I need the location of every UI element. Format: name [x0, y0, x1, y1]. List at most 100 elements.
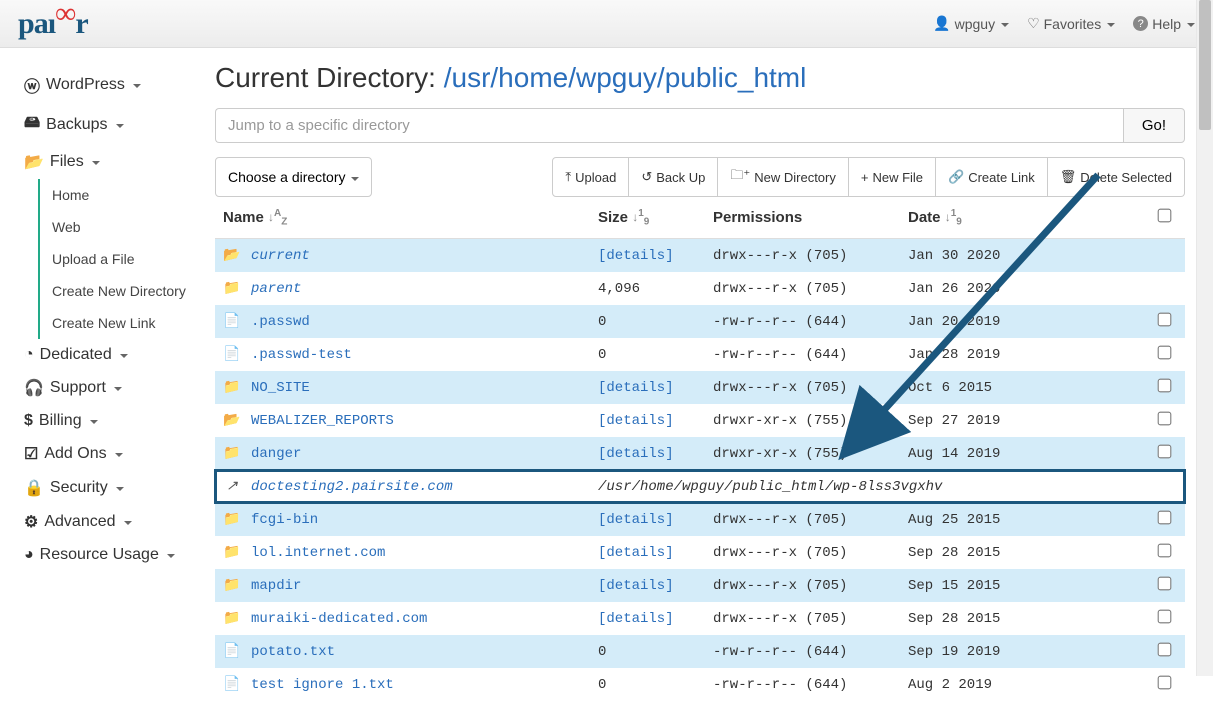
file-icon: 📄 [223, 643, 241, 660]
file-name[interactable]: WEBALIZER_REPORTS [251, 413, 394, 429]
sidebar-item-advanced[interactable]: ⚙ Advanced [10, 505, 195, 539]
help-menu[interactable]: ? Help [1133, 15, 1195, 32]
file-permissions: -rw-r--r-- (644) [713, 677, 908, 693]
file-name[interactable]: lol.internet.com [251, 545, 385, 561]
file-size[interactable]: [details] [598, 611, 713, 627]
file-size[interactable]: [details] [598, 578, 713, 594]
file-name[interactable]: fcgi-bin [251, 512, 318, 528]
file-name[interactable]: doctesting2.pairsite.com [251, 479, 453, 495]
row-checkbox[interactable] [1158, 577, 1172, 591]
file-permissions: drwx---r-x (705) [713, 281, 908, 297]
sidebar-item-label: Billing [39, 412, 82, 430]
row-checkbox[interactable] [1158, 544, 1172, 558]
file-name[interactable]: test ignore 1.txt [251, 677, 394, 693]
sidebar-item-upload-a-file[interactable]: Upload a File [40, 243, 195, 275]
row-checkbox[interactable] [1158, 379, 1172, 393]
table-row: 📂 WEBALIZER_REPORTS [details] drwxr-xr-x … [215, 404, 1185, 437]
scrollbar-thumb[interactable] [1199, 0, 1211, 130]
folder-closed-icon: 📁 [223, 511, 241, 528]
file-name[interactable]: current [251, 248, 310, 264]
file-size[interactable]: [details] [598, 446, 713, 462]
upload-button[interactable]: ⤒Upload [552, 157, 629, 197]
sidebar-item-add-ons[interactable]: ☑Add Ons [10, 437, 195, 471]
sidebar-item-billing[interactable]: $ Billing [10, 405, 195, 437]
table-row: 📁mapdir [details] drwx---r-x (705) Sep 1… [215, 569, 1185, 602]
file-permissions: drwx---r-x (705) [713, 248, 908, 264]
file-name[interactable]: parent [251, 281, 301, 297]
select-all-checkbox[interactable] [1158, 209, 1172, 223]
file-size: 0 [598, 314, 713, 330]
file-date: Jan 26 2020 [908, 281, 1048, 297]
choose-directory-button[interactable]: Choose a directory [215, 157, 372, 197]
file-name[interactable]: danger [251, 446, 301, 462]
sidebar-item-files[interactable]: 📂Files [10, 145, 195, 179]
row-checkbox[interactable] [1158, 676, 1172, 690]
file-name[interactable]: muraiki-dedicated.com [251, 611, 427, 627]
row-checkbox[interactable] [1158, 313, 1172, 327]
sidebar-item-create-new-directory[interactable]: Create New Directory [40, 275, 195, 307]
heading-path: /usr/home/wpguy/public_html [444, 62, 807, 93]
row-checkbox[interactable] [1158, 412, 1172, 426]
file-name[interactable]: .passwd [251, 314, 310, 330]
file-size[interactable]: [details] [598, 248, 713, 264]
advanced-icon: ⚙ [24, 512, 38, 532]
file-date: Jan 30 2020 [908, 248, 1048, 264]
col-perm-header: Permissions [713, 209, 908, 228]
sidebar-item-label: Advanced [44, 513, 115, 531]
file-name[interactable]: NO_SITE [251, 380, 310, 396]
col-size-header[interactable]: Size ↓19 [598, 209, 713, 228]
sidebar-item-security[interactable]: 🔒Security [10, 471, 195, 505]
sidebar-item-create-new-link[interactable]: Create New Link [40, 307, 195, 339]
sidebar-item-wordpress[interactable]: ⓦWordPress [10, 66, 195, 104]
heading-prefix: Current Directory: [215, 62, 444, 93]
file-size: 0 [598, 347, 713, 363]
folder-closed-icon: 📁 [223, 610, 241, 627]
scrollbar[interactable] [1196, 0, 1213, 676]
sidebar-item-home[interactable]: Home [40, 179, 195, 211]
create-link-button[interactable]: 🔗Create Link [936, 157, 1048, 197]
sort-icon: ↓19 [945, 210, 962, 224]
file-name[interactable]: potato.txt [251, 644, 335, 660]
file-permissions: drwx---r-x (705) [713, 512, 908, 528]
folder-open-icon: 📂 [223, 412, 241, 429]
new-file-button[interactable]: +New File [849, 157, 936, 197]
sidebar: ⓦWordPress🖴Backups📂FilesHomeWebUpload a … [0, 48, 195, 715]
sort-icon: ↓AZ [268, 210, 287, 224]
sidebar-item-web[interactable]: Web [40, 211, 195, 243]
file-permissions: -rw-r--r-- (644) [713, 347, 908, 363]
col-date-header[interactable]: Date ↓19 [908, 209, 1048, 228]
go-button[interactable]: Go! [1123, 108, 1185, 143]
row-checkbox[interactable] [1158, 610, 1172, 624]
file-name[interactable]: .passwd-test [251, 347, 352, 363]
delete-selected-button[interactable]: 🗑Delete Selected [1048, 157, 1185, 197]
row-checkbox[interactable] [1158, 511, 1172, 525]
favorites-menu[interactable]: ♡ Favorites [1027, 15, 1115, 32]
row-checkbox[interactable] [1158, 643, 1172, 657]
resource-usage-icon: ◕ [24, 546, 34, 564]
file-size[interactable]: [details] [598, 380, 713, 396]
billing-icon: $ [24, 412, 33, 430]
file-icon: 📄 [223, 676, 241, 693]
new-directory-button[interactable]: 🗀⁺New Directory [718, 157, 849, 197]
file-date: Sep 19 2019 [908, 644, 1048, 660]
sidebar-item-backups[interactable]: 🖴Backups [10, 104, 195, 145]
file-size[interactable]: [details] [598, 512, 713, 528]
sidebar-item-dedicated[interactable]: ◔Dedicated [10, 339, 195, 371]
user-menu[interactable]: 👤 wpguy [933, 15, 1009, 32]
file-permissions: drwxr-xr-x (755) [713, 446, 908, 462]
file-name[interactable]: mapdir [251, 578, 301, 594]
file-size[interactable]: [details] [598, 413, 713, 429]
col-name-header[interactable]: Name ↓AZ [223, 209, 598, 228]
sidebar-item-support[interactable]: 🎧Support [10, 371, 195, 405]
file-date: Aug 14 2019 [908, 446, 1048, 462]
file-size[interactable]: [details] [598, 545, 713, 561]
row-checkbox[interactable] [1158, 445, 1172, 459]
table-row: 📁NO_SITE [details] drwx---r-x (705) Oct … [215, 371, 1185, 404]
file-permissions: drwxr-xr-x (755) [713, 413, 908, 429]
link-icon: 🔗 [948, 169, 964, 185]
sidebar-item-resource-usage[interactable]: ◕Resource Usage [10, 539, 195, 571]
backup-button[interactable]: ↺Back Up [629, 157, 718, 197]
jump-directory-input[interactable] [215, 108, 1123, 143]
row-checkbox[interactable] [1158, 346, 1172, 360]
table-row: 📄potato.txt 0 -rw-r--r-- (644) Sep 19 20… [215, 635, 1185, 668]
